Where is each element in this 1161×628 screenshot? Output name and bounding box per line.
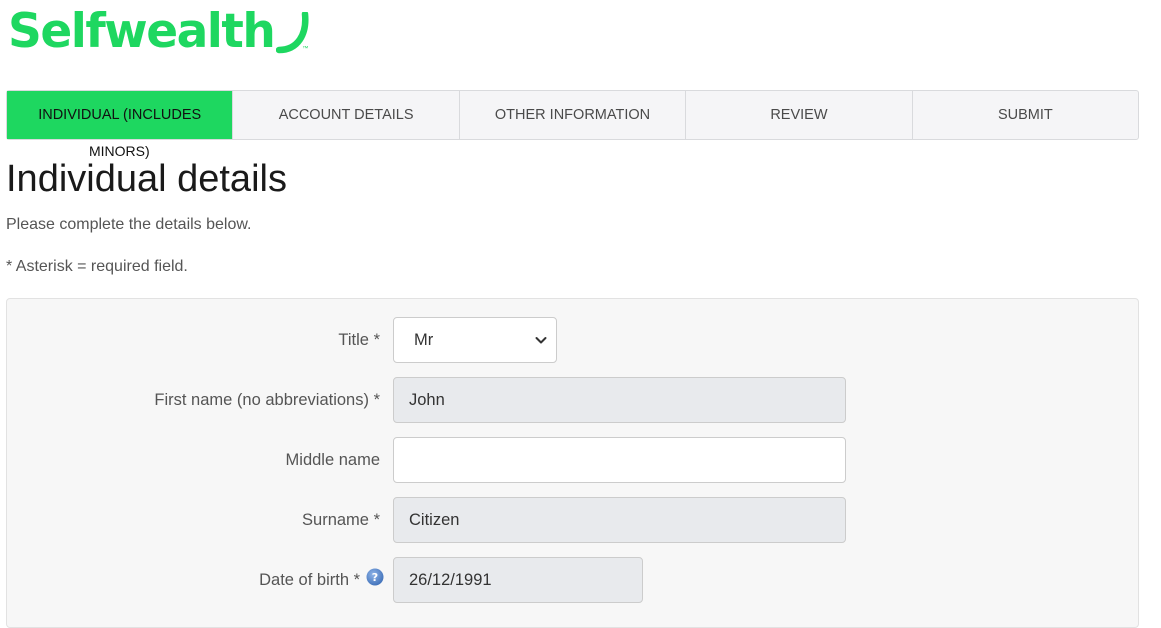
help-icon[interactable]: ? xyxy=(366,568,384,586)
step-label: OTHER INFORMATION xyxy=(494,107,651,123)
step-other-information[interactable]: OTHER INFORMATION xyxy=(460,91,687,139)
date-of-birth-field[interactable] xyxy=(393,557,643,603)
step-review[interactable]: REVIEW xyxy=(686,91,913,139)
page-lead: Please complete the details below. xyxy=(6,216,252,233)
dob-row: Date of birth * ? xyxy=(7,557,1138,603)
title-selected-value: Mr xyxy=(414,330,434,349)
step-label: SUBMIT xyxy=(997,107,1053,123)
svg-text:?: ? xyxy=(372,571,378,584)
step-label-overflow: MINORS) xyxy=(89,143,150,159)
step-label: INDIVIDUAL (INCLUDES xyxy=(38,107,202,123)
title-select[interactable]: Mr xyxy=(393,317,557,363)
surname-row: Surname * xyxy=(7,497,1138,543)
brand-name: Selfwealth xyxy=(8,4,276,59)
step-submit[interactable]: SUBMIT xyxy=(913,91,1138,139)
middle-name-label: Middle name xyxy=(285,451,380,469)
middle-name-field[interactable] xyxy=(393,437,846,483)
wizard-steps: INDIVIDUAL (INCLUDES MINORS) ACCOUNT DET… xyxy=(6,90,1139,159)
dob-label-wrap: Date of birth * ? xyxy=(259,557,384,603)
first-name-label: First name (no abbreviations) * xyxy=(154,391,380,409)
title-label: Title * xyxy=(338,331,380,349)
required-note: * Asterisk = required field. xyxy=(6,258,188,275)
first-name-field[interactable] xyxy=(393,377,846,423)
individual-details-form: Title * Mr First name (no abbreviations)… xyxy=(6,298,1139,628)
chevron-down-icon xyxy=(535,337,547,344)
brand-logo[interactable]: Selfwealth ™ xyxy=(8,4,309,60)
step-individual[interactable]: INDIVIDUAL (INCLUDES MINORS) xyxy=(7,91,234,159)
title-row: Title * Mr xyxy=(7,317,1138,363)
page-title: Individual details xyxy=(6,158,287,200)
first-name-row: First name (no abbreviations) * xyxy=(7,377,1138,423)
surname-label: Surname * xyxy=(302,511,380,529)
surname-field[interactable] xyxy=(393,497,846,543)
step-account-details[interactable]: ACCOUNT DETAILS xyxy=(233,91,460,139)
middle-name-row: Middle name xyxy=(7,437,1138,483)
step-label: ACCOUNT DETAILS xyxy=(278,107,414,123)
dob-label: Date of birth * xyxy=(259,571,360,589)
step-label: REVIEW xyxy=(770,107,828,123)
trademark-symbol: ™ xyxy=(302,46,309,52)
